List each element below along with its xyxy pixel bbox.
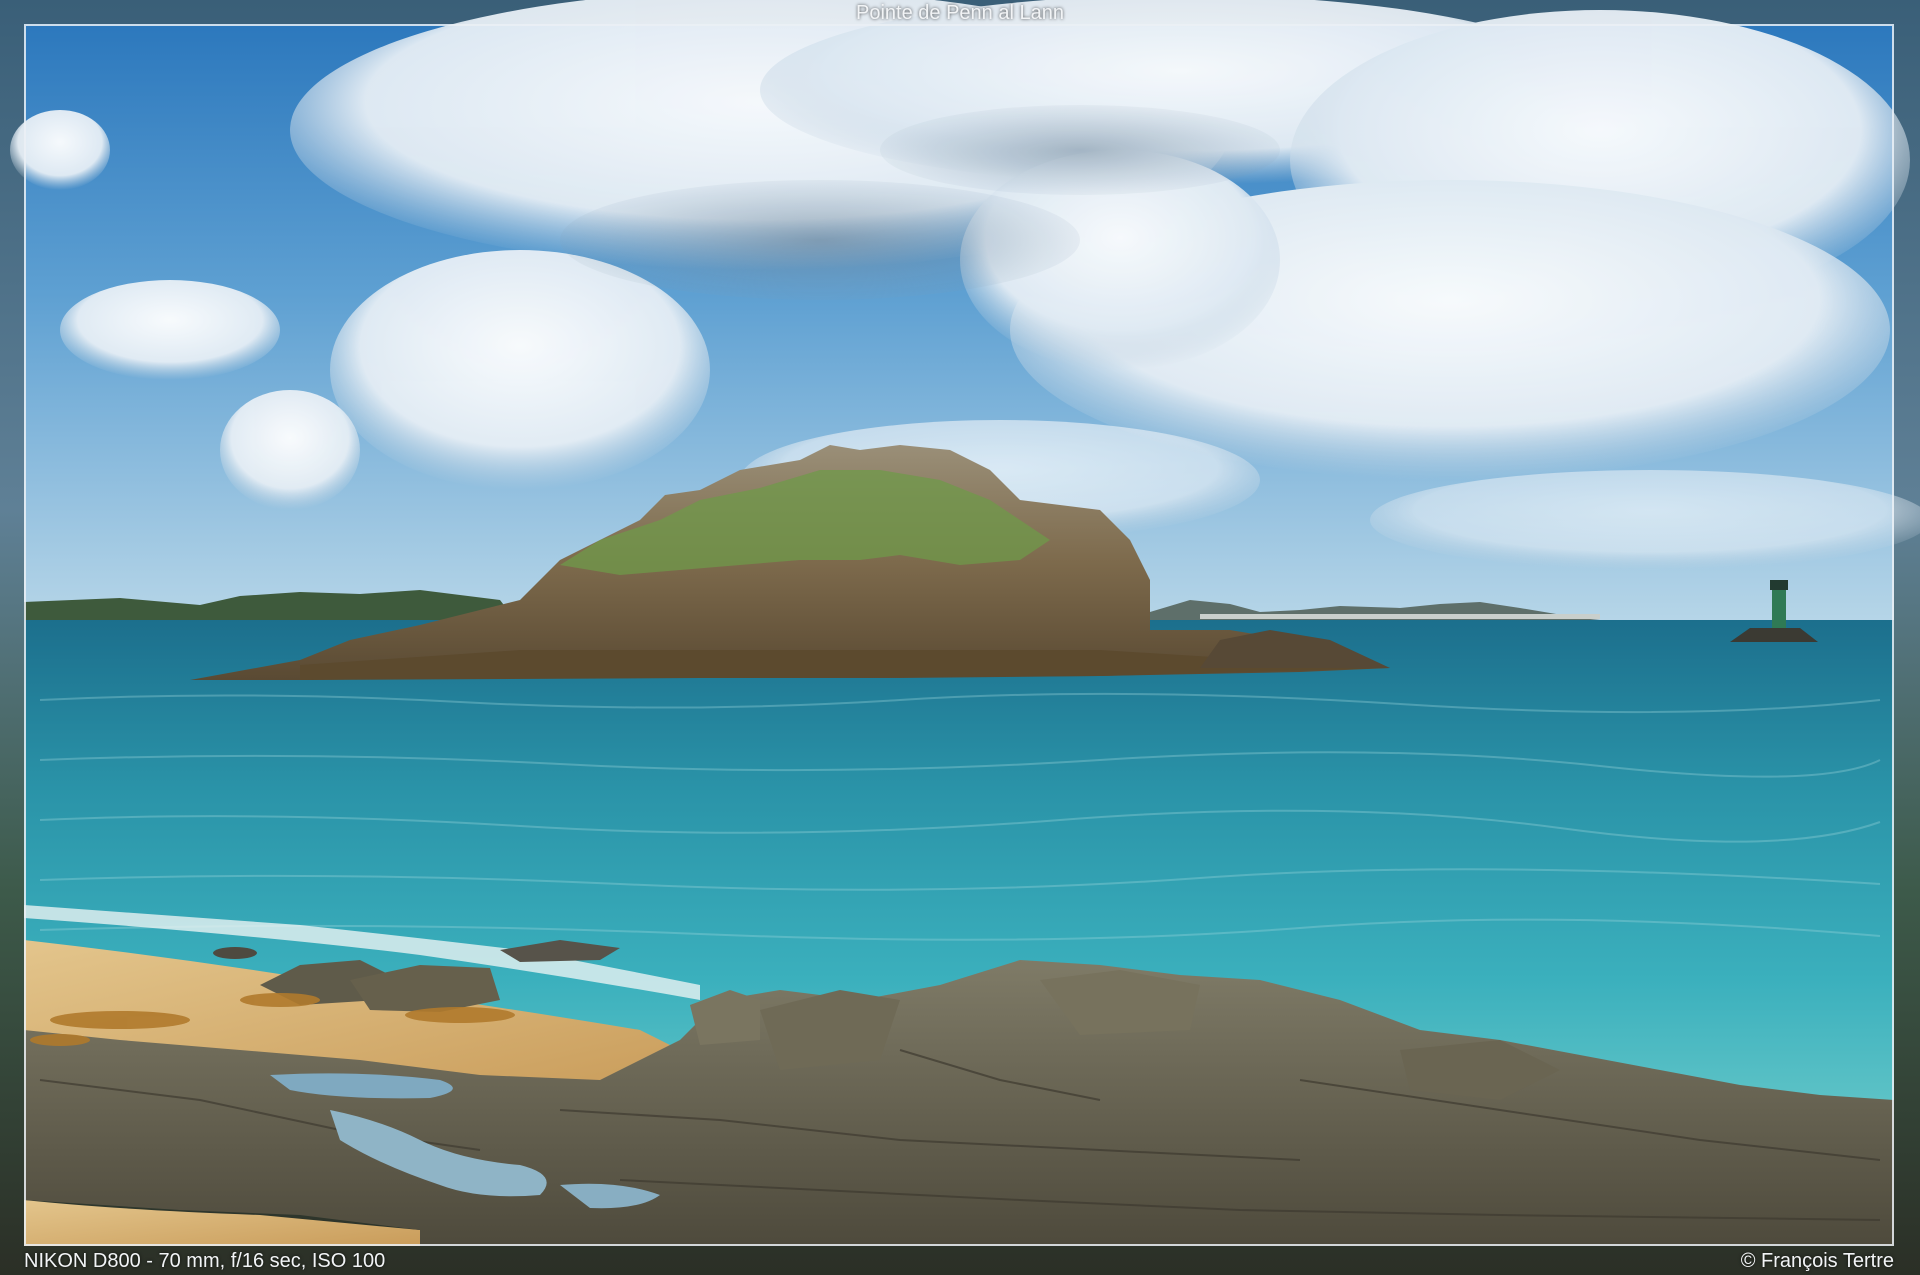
camera-exif-info: NIKON D800 - 70 mm, f/16 sec, ISO 100	[24, 1250, 386, 1272]
landscape-photo	[10, 0, 1920, 1246]
photo-title: Pointe de Penn al Lann	[856, 2, 1064, 24]
copyright-notice: © François Tertre	[1740, 1250, 1894, 1272]
